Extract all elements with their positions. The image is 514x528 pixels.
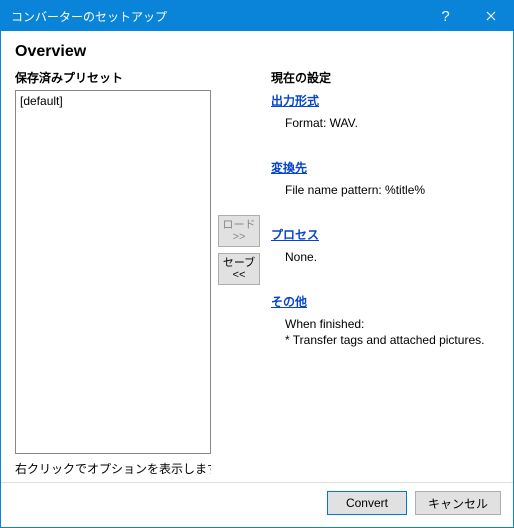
- section-output: 出力形式 Format: WAV.: [271, 92, 499, 131]
- titlebar: コンバーターのセットアップ ?: [1, 1, 513, 31]
- columns: 保存済みプリセット [default] 右クリックでオプションを表示します ロー…: [15, 69, 499, 476]
- other-body-line2: * Transfer tags and attached pictures.: [285, 332, 499, 348]
- destination-body: File name pattern: %title%: [271, 182, 499, 198]
- save-label-line2: <<: [233, 269, 246, 281]
- save-preset-button[interactable]: セーブ <<: [218, 253, 260, 285]
- process-link[interactable]: プロセス: [271, 226, 319, 243]
- preset-item[interactable]: [default]: [20, 93, 206, 109]
- settings-column: 現在の設定 出力形式 Format: WAV. 変換先 File name pa…: [267, 69, 499, 476]
- section-other: その他 When finished: * Transfer tags and a…: [271, 293, 499, 348]
- preset-buttons-column: ロード >> セーブ <<: [217, 69, 261, 476]
- section-destination: 変換先 File name pattern: %title%: [271, 159, 499, 198]
- presets-column: 保存済みプリセット [default] 右クリックでオプションを表示します: [15, 69, 211, 476]
- save-label-line1: セーブ: [223, 257, 255, 269]
- process-body: None.: [271, 249, 499, 265]
- help-button[interactable]: ?: [423, 1, 468, 31]
- dialog-buttons: Convert キャンセル: [1, 487, 513, 527]
- other-body-line1: When finished:: [285, 316, 499, 332]
- other-body: When finished: * Transfer tags and attac…: [271, 316, 499, 348]
- settings-label: 現在の設定: [271, 69, 499, 86]
- page-title: Overview: [15, 43, 499, 61]
- window-title: コンバーターのセットアップ: [11, 8, 423, 25]
- close-icon: [486, 11, 496, 21]
- separator: [1, 482, 513, 483]
- output-format-link[interactable]: 出力形式: [271, 92, 319, 109]
- other-link[interactable]: その他: [271, 293, 307, 310]
- load-preset-button[interactable]: ロード >>: [218, 215, 260, 247]
- close-button[interactable]: [468, 1, 513, 31]
- output-format-body: Format: WAV.: [271, 115, 499, 131]
- presets-label: 保存済みプリセット: [15, 69, 211, 86]
- presets-hint: 右クリックでオプションを表示します: [15, 460, 211, 476]
- dialog-window: コンバーターのセットアップ ? Overview 保存済みプリセット [defa…: [0, 0, 514, 528]
- section-process: プロセス None.: [271, 226, 499, 265]
- load-label-line2: >>: [233, 231, 246, 243]
- load-label-line1: ロード: [223, 219, 256, 231]
- convert-button[interactable]: Convert: [327, 491, 407, 515]
- destination-link[interactable]: 変換先: [271, 159, 307, 176]
- presets-listbox[interactable]: [default]: [15, 90, 211, 454]
- content-area: Overview 保存済みプリセット [default] 右クリックでオプション…: [1, 31, 513, 482]
- help-icon: ?: [441, 8, 449, 25]
- cancel-button[interactable]: キャンセル: [415, 491, 501, 515]
